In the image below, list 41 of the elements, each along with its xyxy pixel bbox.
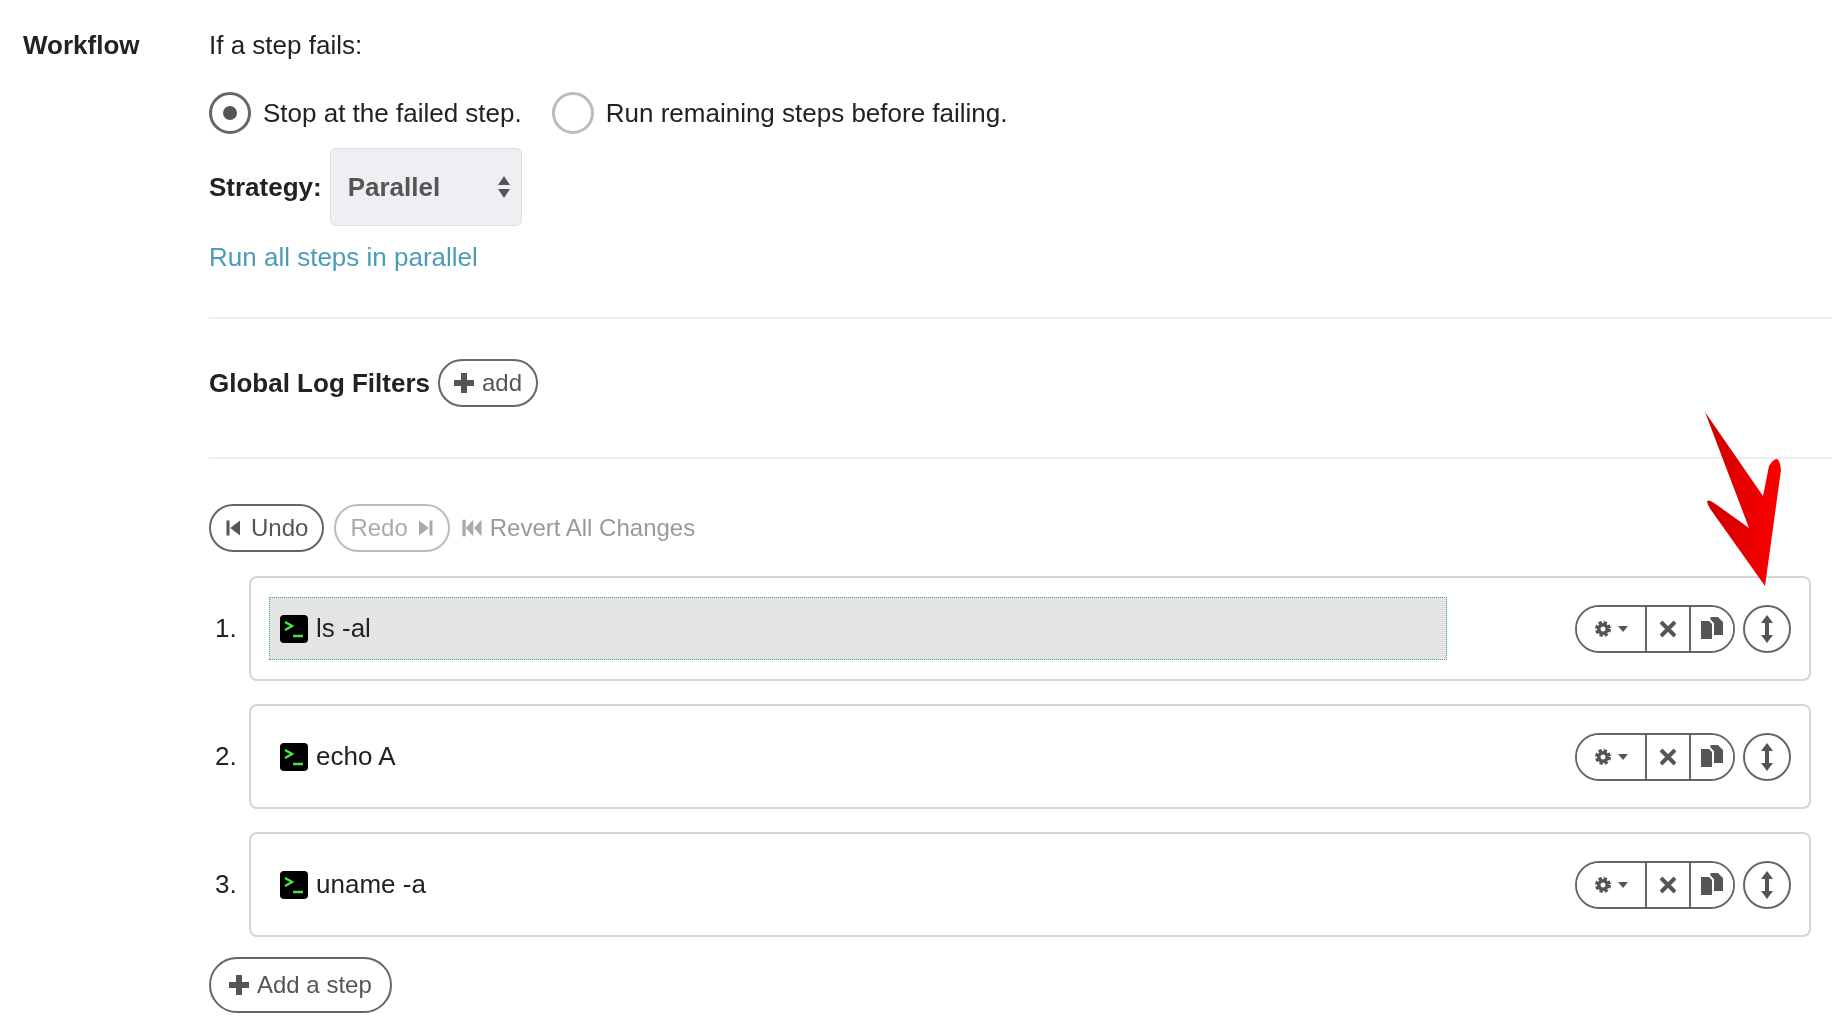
copy-icon xyxy=(1701,872,1723,897)
radio-button[interactable] xyxy=(551,92,594,134)
step-command[interactable]: echo A xyxy=(269,725,1447,788)
rewind-icon xyxy=(459,518,484,538)
copy-icon xyxy=(1701,616,1723,641)
undo-button[interactable]: Undo xyxy=(209,504,325,552)
vertical-arrows-icon xyxy=(1760,742,1774,771)
add-step-button[interactable]: Add a step xyxy=(209,957,392,1013)
section-label: Workflow xyxy=(23,30,140,60)
step-number: 2. xyxy=(214,740,238,773)
close-icon xyxy=(1659,875,1677,894)
plus-icon xyxy=(454,373,474,393)
radio-label: Stop at the failed step. xyxy=(263,96,522,130)
strategy-label: Strategy: xyxy=(209,170,322,204)
step-command[interactable]: ls -al xyxy=(269,597,1447,660)
vertical-arrows-icon xyxy=(1760,870,1774,899)
step-number: 3. xyxy=(214,868,238,901)
move-button[interactable] xyxy=(1743,860,1791,909)
strategy-select[interactable]: Parallel xyxy=(329,148,522,226)
terminal-icon xyxy=(280,870,308,899)
move-button[interactable] xyxy=(1743,604,1791,653)
radio-button[interactable] xyxy=(209,92,251,134)
terminal-icon xyxy=(280,614,308,643)
close-icon xyxy=(1659,619,1677,638)
close-icon xyxy=(1659,747,1677,766)
radio-label: Run remaining steps before failing. xyxy=(605,96,1008,130)
copy-button[interactable] xyxy=(1689,734,1733,779)
terminal-icon xyxy=(280,742,308,771)
plus-icon xyxy=(229,975,249,995)
copy-icon xyxy=(1701,744,1723,769)
copy-button[interactable] xyxy=(1689,862,1733,907)
log-filters-title: Global Log Filters xyxy=(209,366,430,400)
sort-caret-icon xyxy=(496,175,511,199)
move-button[interactable] xyxy=(1743,732,1791,781)
step-command[interactable]: uname -a xyxy=(269,853,1447,916)
vertical-arrows-icon xyxy=(1760,614,1774,643)
add-filter-button[interactable]: add xyxy=(438,359,539,407)
step-number: 1. xyxy=(214,612,238,645)
copy-button[interactable] xyxy=(1689,606,1733,651)
skip-icon xyxy=(225,518,243,538)
prompt-text: If a step fails: xyxy=(209,30,363,60)
